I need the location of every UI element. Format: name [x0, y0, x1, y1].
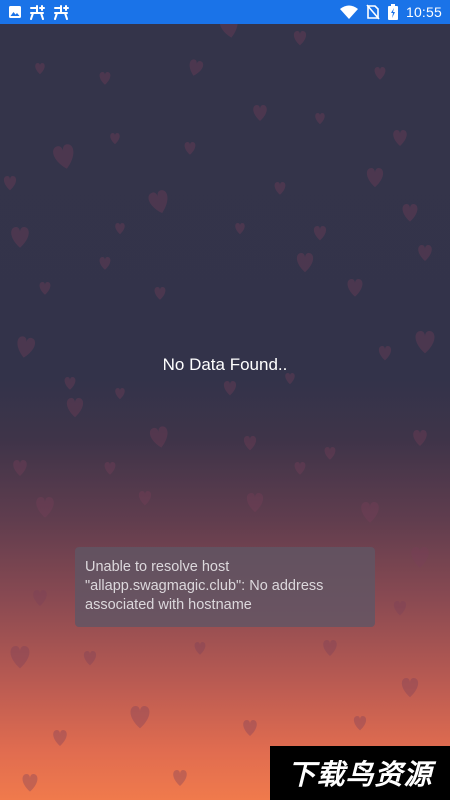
watermark-text: 下载鸟资源 — [287, 758, 433, 791]
hearts-background — [3, 15, 435, 792]
no-sim-icon — [366, 4, 380, 20]
app-screen: 10:55 No Data Found.. Unable to resolve … — [0, 0, 450, 800]
toast-line: associated with hostname — [85, 597, 252, 613]
status-bar: 10:55 — [0, 0, 450, 24]
bug-icon — [28, 4, 46, 20]
battery-charging-icon — [387, 4, 398, 20]
toast-line: "allapp.swagmagic.club": No address — [85, 578, 324, 594]
bug-icon — [52, 4, 70, 20]
empty-state-message: No Data Found.. — [162, 355, 288, 374]
status-bar-system: 10:55 — [339, 4, 442, 20]
error-toast: Unable to resolve host "allapp.swagmagic… — [75, 547, 375, 627]
watermark-logo: 下载鸟资源 — [270, 746, 450, 800]
image-icon — [8, 5, 22, 19]
status-bar-notifications — [8, 4, 70, 20]
wifi-icon — [339, 5, 358, 19]
toast-line: Unable to resolve host — [85, 559, 230, 575]
status-bar-time: 10:55 — [405, 4, 442, 20]
